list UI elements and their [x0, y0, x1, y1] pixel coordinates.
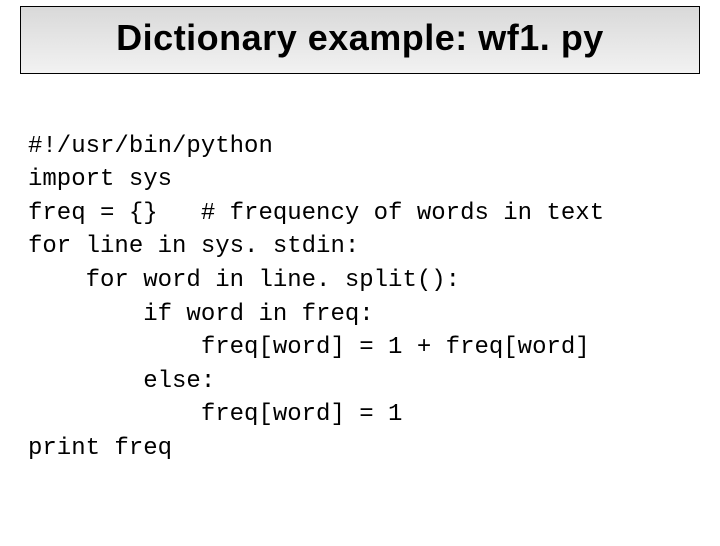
- slide-title: Dictionary example: wf1. py: [39, 17, 681, 59]
- code-line: freq[word] = 1: [28, 401, 402, 428]
- code-line: for line in sys. stdin:: [28, 233, 359, 260]
- code-line: for word in line. split():: [28, 267, 460, 294]
- code-block: #!/usr/bin/python import sys freq = {} #…: [28, 96, 692, 466]
- code-line: else:: [28, 368, 215, 395]
- code-line: import sys: [28, 166, 172, 193]
- code-line: freq[word] = 1 + freq[word]: [28, 334, 590, 361]
- code-line: #!/usr/bin/python: [28, 133, 273, 160]
- code-line: if word in freq:: [28, 301, 374, 328]
- code-line: print freq: [28, 435, 172, 462]
- title-container: Dictionary example: wf1. py: [20, 6, 700, 74]
- code-line: freq = {} # frequency of words in text: [28, 200, 604, 227]
